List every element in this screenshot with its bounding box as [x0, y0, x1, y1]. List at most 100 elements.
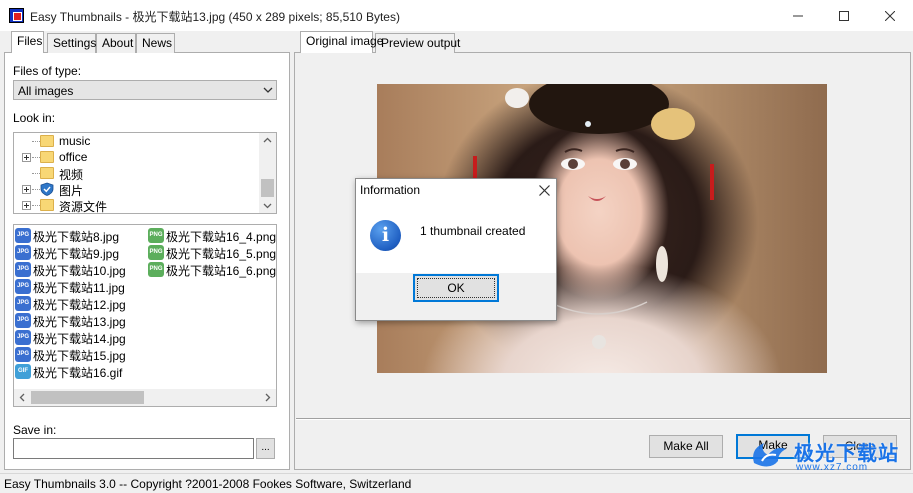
file-name: 极光下载站16.gif — [33, 366, 123, 380]
look-in-label: Look in: — [13, 111, 56, 125]
chevron-down-icon — [263, 87, 273, 93]
png-file-icon: PNG — [148, 262, 164, 277]
folder-icon — [40, 167, 54, 179]
ok-button[interactable]: OK — [413, 274, 499, 302]
jpg-file-icon: JPG — [15, 279, 31, 294]
tree-item-label: office — [59, 150, 88, 164]
focus-ring — [417, 278, 495, 298]
list-item[interactable]: JPG 极光下载站15.jpg — [14, 346, 146, 363]
file-name: 极光下载站14.jpg — [33, 332, 126, 346]
jpg-file-icon: JPG — [15, 347, 31, 362]
info-icon: i — [370, 220, 401, 251]
title-bar: Easy Thumbnails - 极光下载站13.jpg (450 x 289… — [0, 0, 913, 31]
maximize-button[interactable] — [821, 0, 867, 31]
tab-preview-output[interactable]: Preview output — [375, 33, 460, 53]
scroll-left-icon[interactable] — [19, 393, 25, 402]
shield-folder-icon — [40, 182, 54, 196]
separator — [296, 418, 910, 420]
file-name: 极光下载站15.jpg — [33, 349, 126, 363]
expand-icon[interactable] — [22, 201, 31, 210]
expand-icon[interactable] — [22, 153, 31, 162]
dialog-close-icon[interactable] — [539, 185, 550, 196]
jpg-file-icon: JPG — [15, 262, 31, 277]
dialog-title: Information — [360, 183, 421, 197]
information-dialog: Information i 1 thumbnail created OK — [355, 178, 557, 321]
jpg-file-icon: JPG — [15, 330, 31, 345]
file-name: 极光下载站16_4.png — [166, 230, 277, 244]
list-item[interactable]: JPG 极光下载站8.jpg — [14, 227, 146, 244]
tree-item-resources[interactable]: 资源文件 — [14, 197, 260, 213]
file-type-select[interactable]: All images — [13, 80, 277, 100]
folder-tree[interactable]: music office 视频 图片 资源文件 — [13, 132, 277, 214]
list-item[interactable]: JPG 极光下载站12.jpg — [14, 295, 146, 312]
file-name: 极光下载站12.jpg — [33, 298, 126, 312]
list-item[interactable]: JPG 极光下载站14.jpg — [14, 329, 146, 346]
file-name: 极光下载站8.jpg — [33, 230, 120, 244]
scrollbar-thumb[interactable] — [31, 391, 144, 404]
scroll-down-icon[interactable] — [263, 203, 272, 209]
save-in-label: Save in: — [13, 423, 57, 437]
folder-icon — [40, 199, 54, 211]
close-window-button[interactable] — [867, 0, 913, 31]
jpg-file-icon: JPG — [15, 313, 31, 328]
file-name: 极光下载站9.jpg — [33, 247, 120, 261]
list-item[interactable]: JPG 极光下载站9.jpg — [14, 244, 146, 261]
watermark-url: www.xz7.com — [796, 462, 869, 473]
list-item[interactable]: JPG 极光下载站13.jpg — [14, 312, 146, 329]
minimize-button[interactable] — [775, 0, 821, 31]
dialog-title-bar: Information — [356, 179, 556, 203]
file-type-value: All images — [18, 84, 74, 98]
list-item[interactable]: GIF 极光下载站16.gif — [14, 363, 146, 380]
tab-files[interactable]: Files — [11, 31, 44, 53]
watermark-logo-icon — [753, 443, 786, 467]
gif-file-icon: GIF — [15, 364, 31, 379]
file-name: 极光下载站16_6.png — [166, 264, 277, 278]
tab-original-image[interactable]: Original image — [300, 31, 383, 53]
scrollbar-thumb[interactable] — [261, 179, 274, 197]
tab-settings[interactable]: Settings — [47, 33, 96, 53]
watermark: 极光下载站 www.xz7.com — [748, 433, 908, 477]
list-item[interactable]: JPG 极光下载站10.jpg — [14, 261, 146, 278]
status-text: Easy Thumbnails 3.0 -- Copyright ?2001-2… — [4, 477, 412, 491]
tree-item-label: music — [59, 134, 91, 148]
dialog-message: 1 thumbnail created — [420, 224, 526, 238]
files-of-type-label: Files of type: — [13, 64, 82, 78]
png-file-icon: PNG — [148, 245, 164, 260]
expand-icon[interactable] — [22, 185, 31, 194]
tree-scrollbar[interactable] — [259, 133, 276, 213]
scroll-right-icon[interactable] — [265, 393, 271, 402]
png-file-icon: PNG — [148, 228, 164, 243]
app-icon[interactable] — [9, 8, 24, 23]
file-name: 极光下载站13.jpg — [33, 315, 126, 329]
tree-item-music[interactable]: music — [14, 133, 260, 149]
jpg-file-icon: JPG — [15, 296, 31, 311]
jpg-file-icon: JPG — [15, 245, 31, 260]
close-icon — [885, 10, 895, 21]
folder-icon — [40, 151, 54, 163]
minimize-icon — [793, 15, 803, 16]
scroll-up-icon[interactable] — [263, 137, 272, 143]
file-list[interactable]: JPG 极光下载站8.jpg JPG 极光下载站9.jpg JPG 极光下载站1… — [13, 224, 277, 407]
dialog-body: i 1 thumbnail created — [356, 203, 556, 273]
file-name: 极光下载站10.jpg — [33, 264, 126, 278]
file-name: 极光下载站11.jpg — [33, 281, 125, 295]
save-in-field[interactable] — [13, 438, 254, 459]
file-list-scrollbar[interactable] — [14, 389, 276, 406]
folder-icon — [40, 135, 54, 147]
file-name: 极光下载站16_5.png — [166, 247, 277, 261]
maximize-icon — [839, 10, 849, 21]
list-item[interactable]: PNG 极光下载站16_6.png — [147, 261, 277, 278]
list-item[interactable]: PNG 极光下载站16_5.png — [147, 244, 277, 261]
tree-item-pictures[interactable]: 图片 — [14, 181, 260, 198]
tree-item-office[interactable]: office — [14, 149, 260, 165]
tab-about[interactable]: About — [96, 33, 136, 53]
list-item[interactable]: PNG 极光下载站16_4.png — [147, 227, 277, 244]
make-all-button[interactable]: Make All — [649, 435, 723, 458]
tab-news[interactable]: News — [136, 33, 175, 53]
window-title: Easy Thumbnails - 极光下载站13.jpg (450 x 289… — [30, 10, 400, 24]
jpg-file-icon: JPG — [15, 228, 31, 243]
tree-item-label: 资源文件 — [59, 200, 108, 214]
tree-item-video[interactable]: 视频 — [14, 165, 260, 182]
list-item[interactable]: JPG 极光下载站11.jpg — [14, 278, 146, 295]
browse-button[interactable]: ... — [256, 438, 275, 459]
